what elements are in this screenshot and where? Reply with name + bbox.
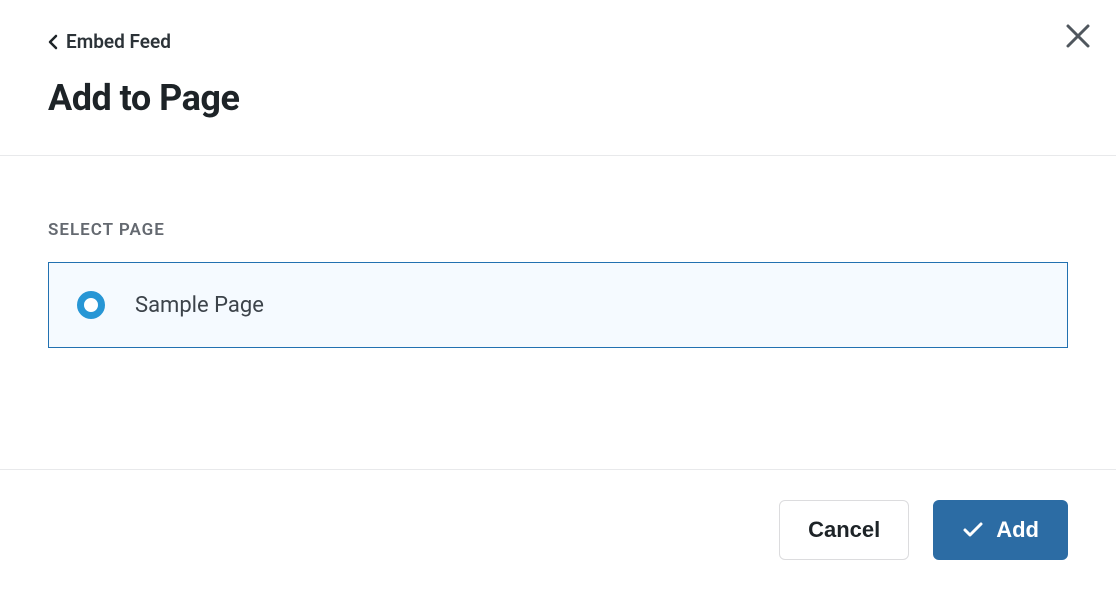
page-option[interactable]: Sample Page xyxy=(48,262,1068,348)
page-title: Add to Page xyxy=(48,77,1068,119)
cancel-button-label: Cancel xyxy=(808,517,880,543)
chevron-left-icon xyxy=(48,34,58,50)
content-section: SELECT PAGE Sample Page xyxy=(0,156,1116,388)
add-button[interactable]: Add xyxy=(933,500,1068,560)
close-button[interactable] xyxy=(1060,18,1096,54)
radio-selected-icon xyxy=(77,291,105,319)
select-page-label: SELECT PAGE xyxy=(48,220,1068,240)
close-icon xyxy=(1064,22,1092,50)
cancel-button[interactable]: Cancel xyxy=(779,500,909,560)
breadcrumb-back-link[interactable]: Embed Feed xyxy=(48,30,1068,53)
check-icon xyxy=(962,519,984,541)
header-section: Embed Feed Add to Page xyxy=(0,0,1116,156)
breadcrumb-label: Embed Feed xyxy=(66,30,171,53)
footer-section: Cancel Add xyxy=(0,469,1116,590)
page-option-label: Sample Page xyxy=(135,293,264,318)
add-button-label: Add xyxy=(996,517,1039,543)
